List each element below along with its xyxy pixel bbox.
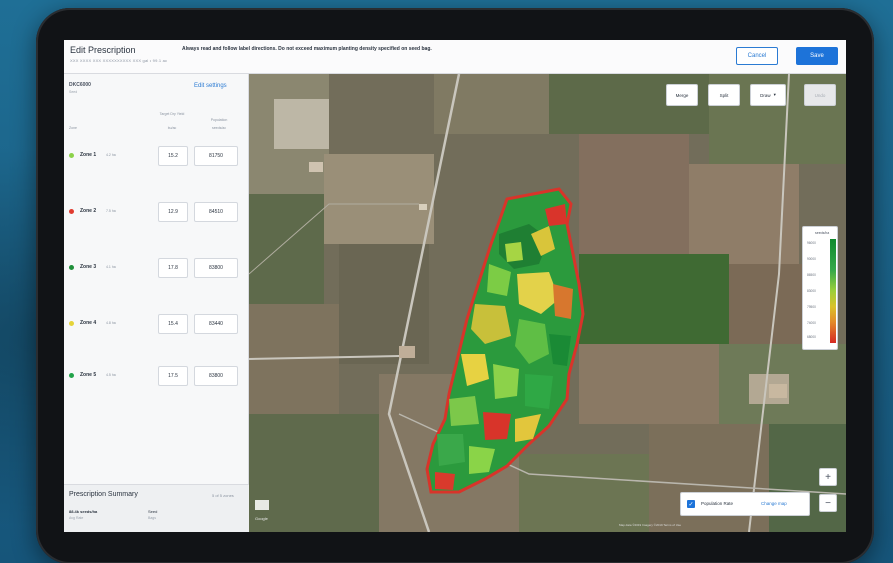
- legend-tick: 96000: [807, 241, 816, 245]
- legend-tick: 86500: [807, 273, 816, 277]
- label-notice: Always read and follow label directions.…: [182, 46, 432, 52]
- col-yield-header: Target Dry Yield: [159, 112, 185, 116]
- legend-tick: 74000: [807, 321, 816, 325]
- page-title: Edit Prescription: [70, 45, 136, 55]
- layer-panel: ✓ Population Rate Change map: [680, 492, 810, 516]
- col-population-unit: seeds/ac: [211, 126, 226, 130]
- zone-area: 4.8 ha: [106, 321, 116, 325]
- chevron-down-icon: ▾: [773, 92, 776, 97]
- prescription-summary: Prescription Summary 5 of 5 zones 88.4k …: [64, 484, 249, 532]
- field-sub: Seed: [69, 90, 78, 94]
- satellite-map[interactable]: Merge Split Draw ▾ Undo seeds/ha 96000 9…: [249, 74, 846, 532]
- summary-avg-rate: 88.4k seeds/ha: [69, 509, 98, 514]
- map-imagery: [249, 74, 846, 532]
- zone-color-dot: [69, 209, 74, 214]
- google-logo: Google: [255, 516, 268, 521]
- legend-tick: 68000: [807, 335, 816, 339]
- zone-yield-input[interactable]: 15.4: [158, 314, 188, 334]
- zone-yield-input[interactable]: 17.8: [158, 258, 188, 278]
- legend-tick: 83000: [807, 289, 816, 293]
- draw-label: Draw: [760, 92, 771, 98]
- zone-color-dot: [69, 321, 74, 326]
- zone-row: Zone 1 4.2 ha 15.2 81750: [64, 146, 249, 168]
- zone-name: Zone 4: [80, 320, 97, 326]
- app-screen: Edit Prescription XXX XXXX XXX XXXXXXXXX…: [64, 40, 846, 532]
- page-subtitle: XXX XXXX XXX XXXXXXXXXX XXX gal • 99.1 a…: [70, 58, 168, 63]
- cancel-button[interactable]: Cancel: [736, 47, 778, 65]
- col-population-header: Population: [210, 118, 228, 122]
- zone-color-dot: [69, 265, 74, 270]
- zone-area: 4.2 ha: [106, 153, 116, 157]
- zone-area: 4.1 ha: [106, 265, 116, 269]
- summary-zone-count: 5 of 5 zones: [212, 493, 234, 498]
- zone-population-input[interactable]: 83440: [194, 314, 238, 334]
- zoom-in-button[interactable]: +: [819, 468, 837, 486]
- zone-name: Zone 2: [80, 208, 97, 214]
- draw-dropdown[interactable]: Draw ▾: [750, 84, 786, 106]
- zone-color-dot: [69, 153, 74, 158]
- zone-population-input[interactable]: 81750: [194, 146, 238, 166]
- zone-color-dot: [69, 373, 74, 378]
- zone-area: 7.5 ha: [106, 209, 116, 213]
- zone-population-input[interactable]: 83800: [194, 258, 238, 278]
- legend-title: seeds/ha: [815, 231, 830, 235]
- zone-name: Zone 1: [80, 152, 97, 158]
- map-attribution: Map data ©2019 Imagery ©2019 Terms of Us…: [619, 523, 682, 527]
- zone-row: Zone 2 7.5 ha 12.9 84510: [64, 202, 249, 224]
- zone-yield-input[interactable]: 15.2: [158, 146, 188, 166]
- split-button[interactable]: Split: [708, 84, 740, 106]
- zone-yield-input[interactable]: 17.5: [158, 366, 188, 386]
- map-scale: [255, 500, 269, 510]
- summary-seed: Seed: [148, 509, 158, 514]
- summary-seed-label: Bags: [148, 516, 156, 520]
- population-checkbox[interactable]: ✓: [687, 500, 695, 508]
- zone-row: Zone 3 4.1 ha 17.8 83800: [64, 258, 249, 280]
- legend-tick: 90000: [807, 257, 816, 261]
- population-label: Population Rate: [701, 501, 734, 506]
- header-bar: Edit Prescription XXX XXXX XXX XXXXXXXXX…: [64, 40, 846, 74]
- zone-name: Zone 3: [80, 264, 97, 270]
- zone-area: 4.5 ha: [106, 373, 116, 377]
- zoom-out-button[interactable]: −: [819, 494, 837, 512]
- zone-sidebar: DKC6000 Seed Edit settings Zone Target D…: [64, 74, 249, 532]
- summary-title: Prescription Summary: [69, 491, 138, 498]
- zone-row: Zone 5 4.5 ha 17.5 83800: [64, 366, 249, 388]
- zone-row: Zone 4 4.8 ha 15.4 83440: [64, 314, 249, 336]
- population-legend: seeds/ha 96000 90000 86500 83000 79500 7…: [802, 226, 838, 350]
- zone-population-input[interactable]: 83800: [194, 366, 238, 386]
- edit-settings-link[interactable]: Edit settings: [194, 83, 227, 89]
- zone-name: Zone 5: [80, 372, 97, 378]
- undo-button[interactable]: Undo: [804, 84, 836, 106]
- legend-color-bar: [830, 239, 836, 343]
- merge-button[interactable]: Merge: [666, 84, 698, 106]
- zone-yield-input[interactable]: 12.9: [158, 202, 188, 222]
- legend-tick: 79500: [807, 305, 816, 309]
- col-zone-header: Zone: [69, 126, 77, 130]
- field-name: DKC6000: [69, 82, 91, 88]
- save-button[interactable]: Save: [796, 47, 838, 65]
- summary-avg-rate-label: Avg Rate: [69, 516, 84, 520]
- change-map-link[interactable]: Change map: [761, 501, 787, 506]
- zone-population-input[interactable]: 84510: [194, 202, 238, 222]
- col-yield-unit: bu/ac: [167, 126, 177, 130]
